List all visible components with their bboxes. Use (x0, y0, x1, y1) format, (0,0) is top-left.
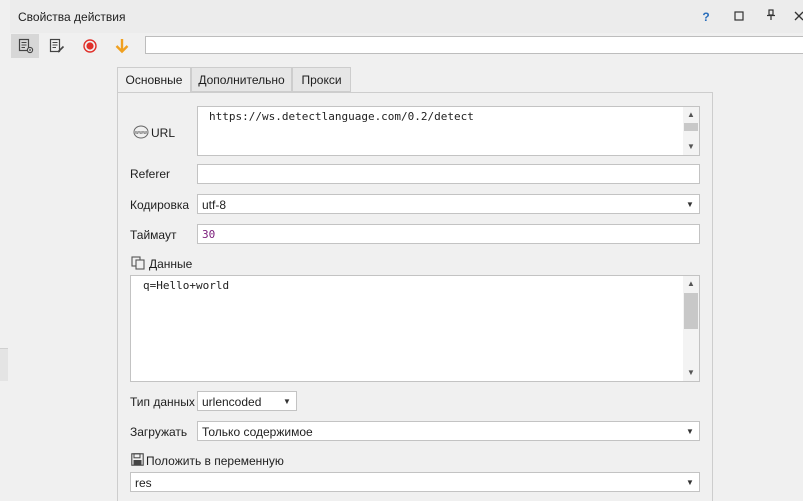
move-down-button[interactable] (108, 34, 136, 58)
chevron-down-icon: ▼ (686, 477, 694, 487)
timeout-field[interactable]: 30 (197, 224, 700, 244)
tab-proxy[interactable]: Прокси (292, 67, 351, 92)
encoding-value: utf-8 (202, 198, 227, 212)
pin-button[interactable] (763, 9, 779, 25)
data-field[interactable]: q=Hello+world ▲ ▼ (130, 275, 700, 382)
url-scrollbar[interactable]: ▲ ▼ (683, 107, 699, 155)
close-icon (794, 11, 803, 21)
chevron-down-icon: ▼ (283, 396, 291, 406)
tab-additional[interactable]: Дополнительно (191, 67, 292, 92)
maximize-icon (734, 11, 744, 21)
scroll-up-icon[interactable]: ▲ (683, 108, 699, 122)
encoding-select[interactable]: utf-8 ▼ (197, 194, 700, 214)
variable-value: res (135, 476, 152, 490)
svg-text:www: www (135, 130, 147, 136)
chevron-down-icon: ▼ (686, 199, 694, 209)
edit-notes-button[interactable] (43, 34, 71, 58)
scroll-up-icon[interactable]: ▲ (683, 277, 699, 291)
pin-icon (767, 9, 775, 20)
maximize-button[interactable] (731, 9, 747, 25)
data-value: q=Hello+world (143, 279, 230, 292)
record-icon (83, 39, 97, 53)
url-value: https://ws.detectlanguage.com/0.2/detect (209, 110, 474, 123)
tab-general[interactable]: Основные (117, 67, 191, 93)
action-settings-button[interactable] (11, 34, 39, 58)
close-button[interactable] (791, 9, 803, 25)
record-button[interactable] (76, 34, 104, 58)
variable-select[interactable]: res ▼ (130, 472, 700, 492)
datatype-select[interactable]: urlencoded ▼ (197, 391, 297, 411)
datatype-label: Тип данных (130, 395, 195, 409)
action-settings-icon (18, 38, 34, 54)
left-edge-marker (0, 348, 8, 381)
action-name-input[interactable] (145, 36, 803, 54)
data-label: Данные (149, 257, 193, 271)
referer-field[interactable] (197, 164, 700, 184)
help-button[interactable]: ? (698, 9, 714, 25)
save-disk-icon (131, 453, 144, 466)
datatype-value: urlencoded (202, 395, 262, 409)
load-label: Загружать (130, 425, 188, 439)
www-globe-icon: www (133, 125, 149, 139)
url-scroll-thumb[interactable] (684, 123, 698, 131)
url-label: URL (151, 126, 176, 140)
load-value: Только содержимое (202, 425, 313, 439)
save-to-variable-label: Положить в переменную (146, 454, 284, 468)
scroll-down-icon[interactable]: ▼ (683, 140, 699, 154)
edit-notes-icon (49, 38, 65, 53)
scroll-down-icon[interactable]: ▼ (683, 366, 699, 380)
data-scroll-thumb[interactable] (684, 293, 698, 329)
copy-data-icon (131, 256, 145, 270)
referer-label: Referer (130, 167, 171, 181)
timeout-value: 30 (202, 228, 216, 241)
data-scrollbar[interactable]: ▲ ▼ (683, 276, 699, 381)
load-select[interactable]: Только содержимое ▼ (197, 421, 700, 441)
left-edge-strip (0, 0, 10, 501)
timeout-label: Таймаут (130, 228, 177, 242)
url-field[interactable]: https://ws.detectlanguage.com/0.2/detect… (197, 106, 700, 156)
arrow-down-icon (115, 39, 129, 54)
chevron-down-icon: ▼ (686, 426, 694, 436)
window-title: Свойства действия (18, 10, 126, 24)
encoding-label: Кодировка (130, 198, 190, 212)
window-titlebar: Свойства действия ? (10, 0, 803, 34)
